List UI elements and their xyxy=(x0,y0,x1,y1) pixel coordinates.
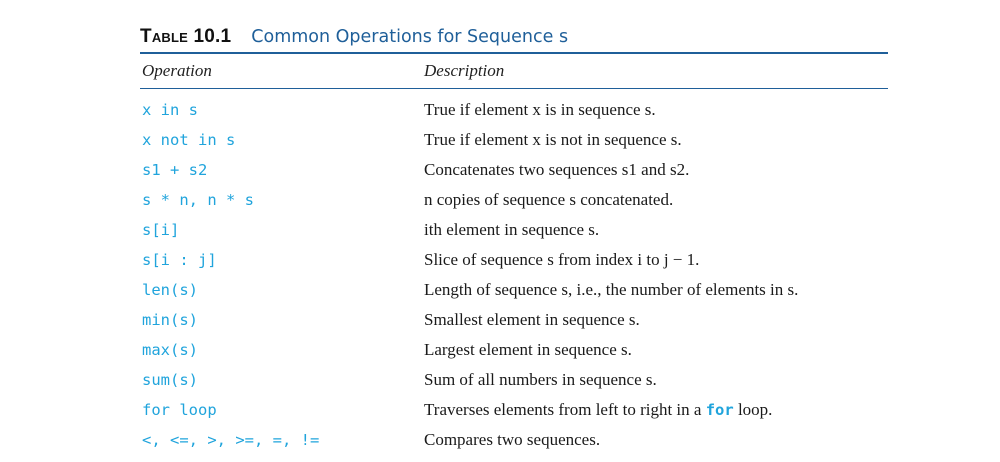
description-cell: Sum of all numbers in sequence s. xyxy=(424,370,657,389)
description-text-before: Traverses elements from left to right in… xyxy=(424,400,706,419)
table-row: max(s) Largest element in sequence s. xyxy=(140,335,888,365)
table-row: <, <=, >, >=, =, != Compares two sequenc… xyxy=(140,425,888,455)
operation-cell: <, <=, >, >=, =, != xyxy=(142,431,320,449)
operation-cell: s[i : j] xyxy=(142,251,217,269)
table-row: for loop Traverses elements from left to… xyxy=(140,395,888,425)
table-number: 10.1 xyxy=(193,26,232,47)
operation-cell: for loop xyxy=(142,401,217,419)
table-body: x in s True if element x is in sequence … xyxy=(140,89,888,455)
sequence-operations-table: Table 10.1 Common Operations for Sequenc… xyxy=(140,20,888,455)
operation-cell: s1 + s2 xyxy=(142,161,208,179)
table-row: s * n, n * s n copies of sequence s conc… xyxy=(140,185,888,215)
operation-cell: x not in s xyxy=(142,131,236,149)
operation-cell: len(s) xyxy=(142,281,198,299)
description-text-after: loop. xyxy=(733,400,773,419)
description-cell: True if element x is not in sequence s. xyxy=(424,130,682,149)
operation-cell: s[i] xyxy=(142,221,180,239)
description-cell: Largest element in sequence s. xyxy=(424,340,632,359)
header-operation: Operation xyxy=(142,61,212,80)
description-cell: ith element in sequence s. xyxy=(424,220,600,239)
table-label-rest: able xyxy=(151,26,189,47)
table-header-row: Operation Description xyxy=(140,54,888,88)
operation-cell: min(s) xyxy=(142,311,198,329)
table-number-label: Table 10.1 xyxy=(140,26,231,48)
operation-cell: sum(s) xyxy=(142,371,198,389)
table-title: Common Operations for Sequence s xyxy=(251,27,569,47)
table-row: sum(s) Sum of all numbers in sequence s. xyxy=(140,365,888,395)
operation-cell: x in s xyxy=(142,101,198,119)
table-row: x not in s True if element x is not in s… xyxy=(140,125,888,155)
description-keyword: for xyxy=(705,401,734,419)
operation-cell: max(s) xyxy=(142,341,198,359)
description-cell: Traverses elements from left to right in… xyxy=(424,400,888,420)
table-label-initial: T xyxy=(140,26,152,47)
table-row: s1 + s2 Concatenates two sequences s1 an… xyxy=(140,155,888,185)
operation-cell: s * n, n * s xyxy=(142,191,254,209)
description-cell: Slice of sequence s from index i to j − … xyxy=(424,250,700,269)
table-caption: Table 10.1 Common Operations for Sequenc… xyxy=(140,20,888,52)
description-cell: Smallest element in sequence s. xyxy=(424,310,640,329)
table-row: s[i : j] Slice of sequence s from index … xyxy=(140,245,888,275)
header-description: Description xyxy=(424,61,505,80)
description-cell: n copies of sequence s concatenated. xyxy=(424,190,674,209)
description-cell: Compares two sequences. xyxy=(424,430,601,449)
table-row: s[i] ith element in sequence s. xyxy=(140,215,888,245)
description-cell: True if element x is in sequence s. xyxy=(424,100,656,119)
table-row: min(s) Smallest element in sequence s. xyxy=(140,305,888,335)
description-cell: Concatenates two sequences s1 and s2. xyxy=(424,160,690,179)
table-row: x in s True if element x is in sequence … xyxy=(140,95,888,125)
table-row: len(s) Length of sequence s, i.e., the n… xyxy=(140,275,888,305)
description-cell: Length of sequence s, i.e., the number o… xyxy=(424,280,799,299)
